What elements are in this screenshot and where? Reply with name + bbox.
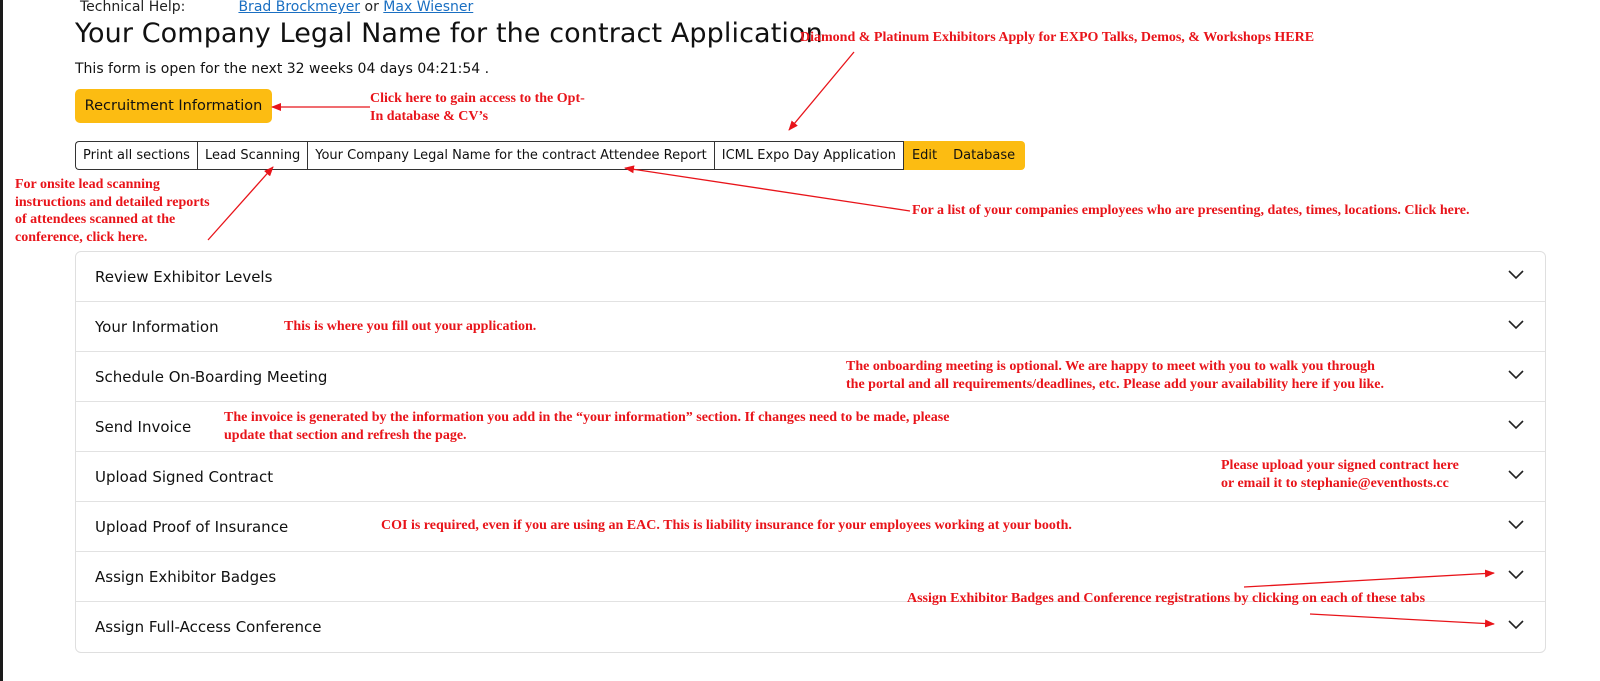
chevron-down-icon[interactable] [1507, 518, 1525, 530]
annotation-employees-report: For a list of your companies employees w… [912, 203, 1470, 218]
annotation-line: For onsite lead scanning [15, 177, 160, 192]
tab-attendee-report[interactable]: Your Company Legal Name for the contract… [307, 141, 714, 170]
arrow-expo-talks [788, 51, 855, 131]
annotation-onboarding: The onboarding meeting is optional. We a… [846, 358, 1384, 393]
section-label: Assign Exhibitor Badges [95, 567, 277, 586]
annotation-line: conference, click here. [15, 229, 148, 245]
tab-lead-scanning[interactable]: Lead Scanning [196, 141, 308, 170]
tab-edit[interactable]: Edit [903, 141, 946, 170]
contact-separator: or [364, 0, 379, 15]
arrow-lead-scanning [207, 166, 274, 241]
annotation-line: instructions and detailed reports [15, 194, 210, 210]
form-open-countdown: This form is open for the next 32 weeks … [75, 61, 490, 77]
annotation-line: The onboarding meeting is optional. We a… [846, 359, 1375, 374]
chevron-down-icon[interactable] [1507, 568, 1525, 580]
annotation-line: The invoice is generated by the informat… [224, 410, 950, 425]
chevron-down-icon[interactable] [1507, 468, 1525, 480]
section-assign-full-access-conference[interactable]: Assign Full-Access Conference [76, 602, 1545, 651]
recruitment-information-button[interactable]: Recruitment Information [75, 89, 272, 123]
annotation-badges: Assign Exhibitor Badges and Conference r… [907, 591, 1426, 606]
annotation-line: update that section and refresh the page… [224, 427, 467, 443]
technical-help: Technical Help: Brad Brockmeyer or Max W… [80, 0, 473, 15]
chevron-down-icon[interactable] [1507, 268, 1525, 280]
section-label: Review Exhibitor Levels [95, 267, 273, 286]
annotation-invoice: The invoice is generated by the informat… [224, 409, 949, 444]
annotation-line: or email it to stephanie@eventhosts.cc [1221, 475, 1449, 491]
chevron-down-icon[interactable] [1507, 318, 1525, 330]
annotation-lead-scanning: For onsite lead scanning instructions an… [15, 176, 210, 246]
annotation-line: Click here to gain access to the Opt- [370, 91, 585, 106]
contact-link-max[interactable]: Max Wiesner [383, 0, 473, 15]
section-label: Your Information [95, 317, 219, 336]
chevron-down-icon[interactable] [1507, 368, 1525, 380]
window-edge [0, 0, 3, 681]
tab-expo-day-application[interactable]: ICML Expo Day Application [713, 141, 904, 170]
chevron-down-icon[interactable] [1507, 418, 1525, 430]
section-label: Schedule On-Boarding Meeting [95, 367, 328, 386]
annotation-line: of attendees scanned at the [15, 212, 176, 227]
annotation-expo-talks: Diamond & Platinum Exhibitors Apply for … [800, 30, 1315, 45]
section-tab-bar: Print all sections Lead Scanning Your Co… [75, 141, 1026, 170]
section-label: Upload Signed Contract [95, 467, 274, 486]
annotation-signed-contract: Please upload your signed contract here … [1221, 457, 1459, 492]
annotation-line: Please upload your signed contract here [1221, 458, 1459, 473]
section-label: Upload Proof of Insurance [95, 517, 289, 536]
annotation-coi: COI is required, even if you are using a… [381, 518, 1072, 533]
annotation-line: the portal and all requirements/deadline… [846, 376, 1384, 392]
arrow-attendee-report [624, 165, 911, 212]
page-title: Your Company Legal Name for the contract… [75, 18, 823, 49]
technical-help-label: Technical Help: [80, 0, 186, 15]
contact-link-brad[interactable]: Brad Brockmeyer [238, 0, 360, 15]
annotation-line: In database & CV’s [370, 108, 489, 124]
section-label: Send Invoice [95, 417, 192, 436]
tab-database[interactable]: Database [945, 141, 1026, 170]
tab-print-all-sections[interactable]: Print all sections [75, 141, 197, 170]
section-label: Assign Full-Access Conference [95, 617, 322, 636]
annotation-optin-database: Click here to gain access to the Opt- In… [370, 90, 585, 125]
section-review-exhibitor-levels[interactable]: Review Exhibitor Levels [76, 252, 1545, 302]
annotation-your-information: This is where you fill out your applicat… [284, 319, 537, 334]
chevron-down-icon[interactable] [1507, 618, 1525, 630]
